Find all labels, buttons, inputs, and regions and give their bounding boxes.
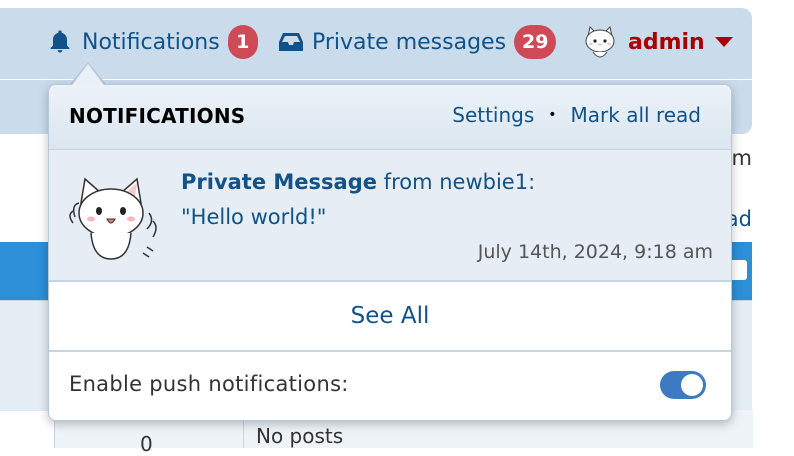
user-menu[interactable]: admin: [580, 20, 733, 64]
navbar-divider: [0, 79, 752, 80]
private-messages-count-badge: 29: [514, 25, 557, 59]
push-notifications-label: Enable push notifications:: [69, 372, 349, 396]
private-messages-link[interactable]: Private messages 29: [278, 20, 557, 64]
notification-message: "Hello world!": [181, 205, 327, 229]
notifications-dropdown: NOTIFICATIONS Settings • Mark all read P…: [48, 84, 732, 421]
dropdown-header: NOTIFICATIONS Settings • Mark all read: [49, 85, 731, 150]
caret-down-icon: [714, 37, 733, 47]
username: admin: [628, 29, 705, 55]
private-messages-label: Private messages: [312, 29, 507, 55]
toggle-knob: [681, 374, 703, 396]
notifications-count-badge: 1: [227, 25, 258, 59]
notification-item[interactable]: Private Message from newbie1: "Hello wor…: [49, 150, 731, 282]
notification-time: July 14th, 2024, 9:18 am: [477, 241, 713, 263]
notifications-label: Notifications: [82, 29, 220, 55]
separator-dot: •: [548, 107, 557, 123]
push-notifications-toggle[interactable]: [660, 371, 706, 399]
background-text-fragment: m: [731, 146, 752, 170]
mark-all-read-link[interactable]: Mark all read: [571, 103, 701, 127]
sender-avatar: [63, 167, 159, 263]
see-all-link[interactable]: See All: [49, 282, 731, 352]
notification-title: Private Message from newbie1:: [181, 170, 535, 194]
push-notifications-row: Enable push notifications:: [49, 352, 731, 418]
settings-link[interactable]: Settings: [452, 103, 534, 127]
user-avatar: [580, 22, 620, 62]
last-post-cell: No posts: [256, 424, 344, 448]
dropdown-title: NOTIFICATIONS: [69, 104, 246, 128]
dropdown-pointer-fill: [72, 64, 104, 85]
notification-type: Private Message: [181, 170, 377, 194]
inbox-icon: [278, 30, 304, 54]
dropdown-actions: Settings • Mark all read: [452, 103, 701, 127]
notification-from: from newbie1:: [383, 170, 536, 194]
notifications-link[interactable]: Notifications 1: [46, 20, 258, 64]
topic-count-cell: 0: [140, 432, 153, 456]
bell-icon: [46, 28, 74, 56]
